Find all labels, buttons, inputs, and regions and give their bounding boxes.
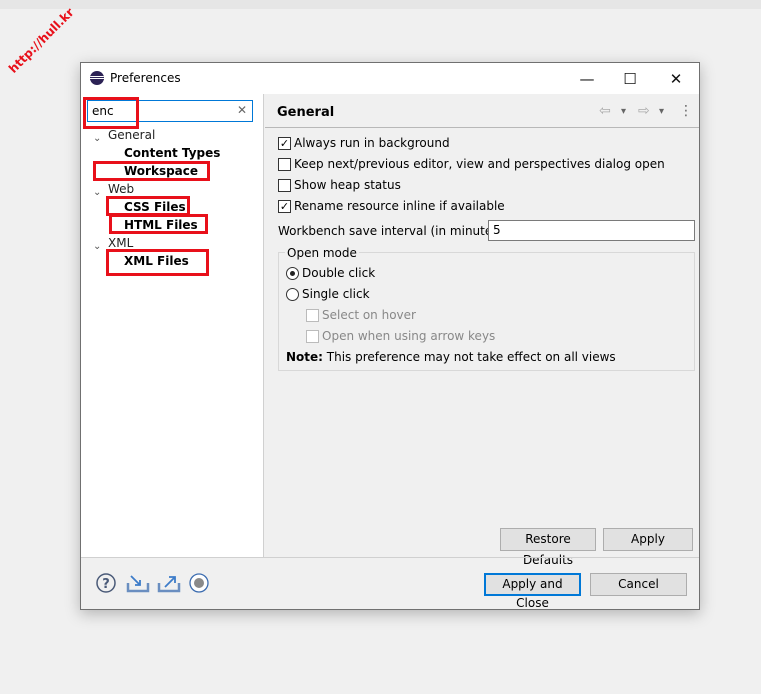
record-icon[interactable]	[189, 573, 209, 593]
back-dropdown-icon[interactable]: ▾	[621, 106, 626, 117]
title-bar: Preferences — ☐ ✕	[81, 63, 699, 94]
highlight-box	[93, 161, 210, 181]
chevron-down-icon[interactable]: ⌄	[93, 187, 101, 198]
clear-filter-icon[interactable]: ✕	[237, 103, 247, 117]
arrow-keys-label: Open when using arrow keys	[322, 329, 496, 343]
export-icon[interactable]	[157, 573, 181, 593]
bottom-separator	[81, 557, 699, 558]
heap-status-checkbox[interactable]	[278, 179, 291, 192]
single-click-radio[interactable]	[286, 288, 299, 301]
single-click-label: Single click	[302, 287, 370, 301]
page-title: General	[277, 105, 335, 120]
interval-input[interactable]: 5	[488, 220, 695, 241]
svg-text:?: ?	[102, 577, 110, 592]
cancel-button[interactable]: Cancel	[590, 573, 687, 596]
open-mode-legend: Open mode	[285, 246, 359, 260]
tree-item-web[interactable]: Web	[108, 182, 134, 196]
import-icon[interactable]	[126, 573, 150, 593]
always-run-label: Always run in background	[294, 136, 450, 150]
top-strip	[0, 0, 761, 9]
note-body: This preference may not take effect on a…	[322, 350, 616, 364]
tree-item-content-types[interactable]: Content Types	[124, 146, 220, 160]
interval-label: Workbench save interval (in minutes):	[278, 224, 508, 238]
note-text: Note: This preference may not take effec…	[286, 350, 616, 364]
select-on-hover-checkbox[interactable]	[306, 309, 319, 322]
tree-item-xml[interactable]: XML	[108, 236, 133, 250]
preferences-dialog: Preferences — ☐ ✕ enc ✕ ⌄ General Conten…	[80, 62, 700, 610]
highlight-box	[106, 196, 190, 216]
close-button[interactable]: ✕	[666, 69, 686, 89]
maximize-button[interactable]: ☐	[620, 69, 640, 89]
view-menu-icon[interactable]: ⋮	[679, 103, 693, 119]
tree-item-general[interactable]: General	[108, 128, 155, 142]
double-click-label: Double click	[302, 266, 376, 280]
minimize-button[interactable]: —	[577, 69, 597, 89]
restore-defaults-button[interactable]: Restore Defaults	[500, 528, 596, 567]
note-bold: Note:	[286, 350, 323, 364]
rename-inline-checkbox[interactable]: ✓	[278, 200, 291, 213]
window-title: Preferences	[110, 71, 181, 85]
keep-dialog-label: Keep next/previous editor, view and pers…	[294, 157, 665, 171]
arrow-keys-checkbox[interactable]	[306, 330, 319, 343]
highlight-box	[109, 214, 208, 234]
highlight-box	[83, 97, 139, 129]
chevron-down-icon[interactable]: ⌄	[93, 133, 101, 144]
help-icon[interactable]: ?	[96, 573, 116, 593]
rename-inline-label: Rename resource inline if available	[294, 199, 505, 213]
select-on-hover-label: Select on hover	[322, 308, 416, 322]
apply-and-close-button[interactable]: Apply and Close	[484, 573, 581, 610]
highlight-box	[106, 249, 209, 276]
double-click-radio[interactable]	[286, 267, 299, 280]
preference-tree-panel: enc ✕ ⌄ General Content Types Workspace …	[81, 94, 264, 558]
watermark: http://hull.kr	[6, 5, 77, 76]
forward-dropdown-icon[interactable]: ▾	[659, 106, 664, 117]
always-run-checkbox[interactable]: ✓	[278, 137, 291, 150]
apply-button[interactable]: Apply	[603, 528, 693, 551]
forward-icon[interactable]: ⇨	[638, 103, 650, 119]
chevron-down-icon[interactable]: ⌄	[93, 241, 101, 252]
back-icon[interactable]: ⇦	[599, 103, 611, 119]
eclipse-icon	[90, 71, 104, 85]
heap-status-label: Show heap status	[294, 178, 401, 192]
header-separator	[265, 127, 699, 128]
keep-dialog-checkbox[interactable]	[278, 158, 291, 171]
